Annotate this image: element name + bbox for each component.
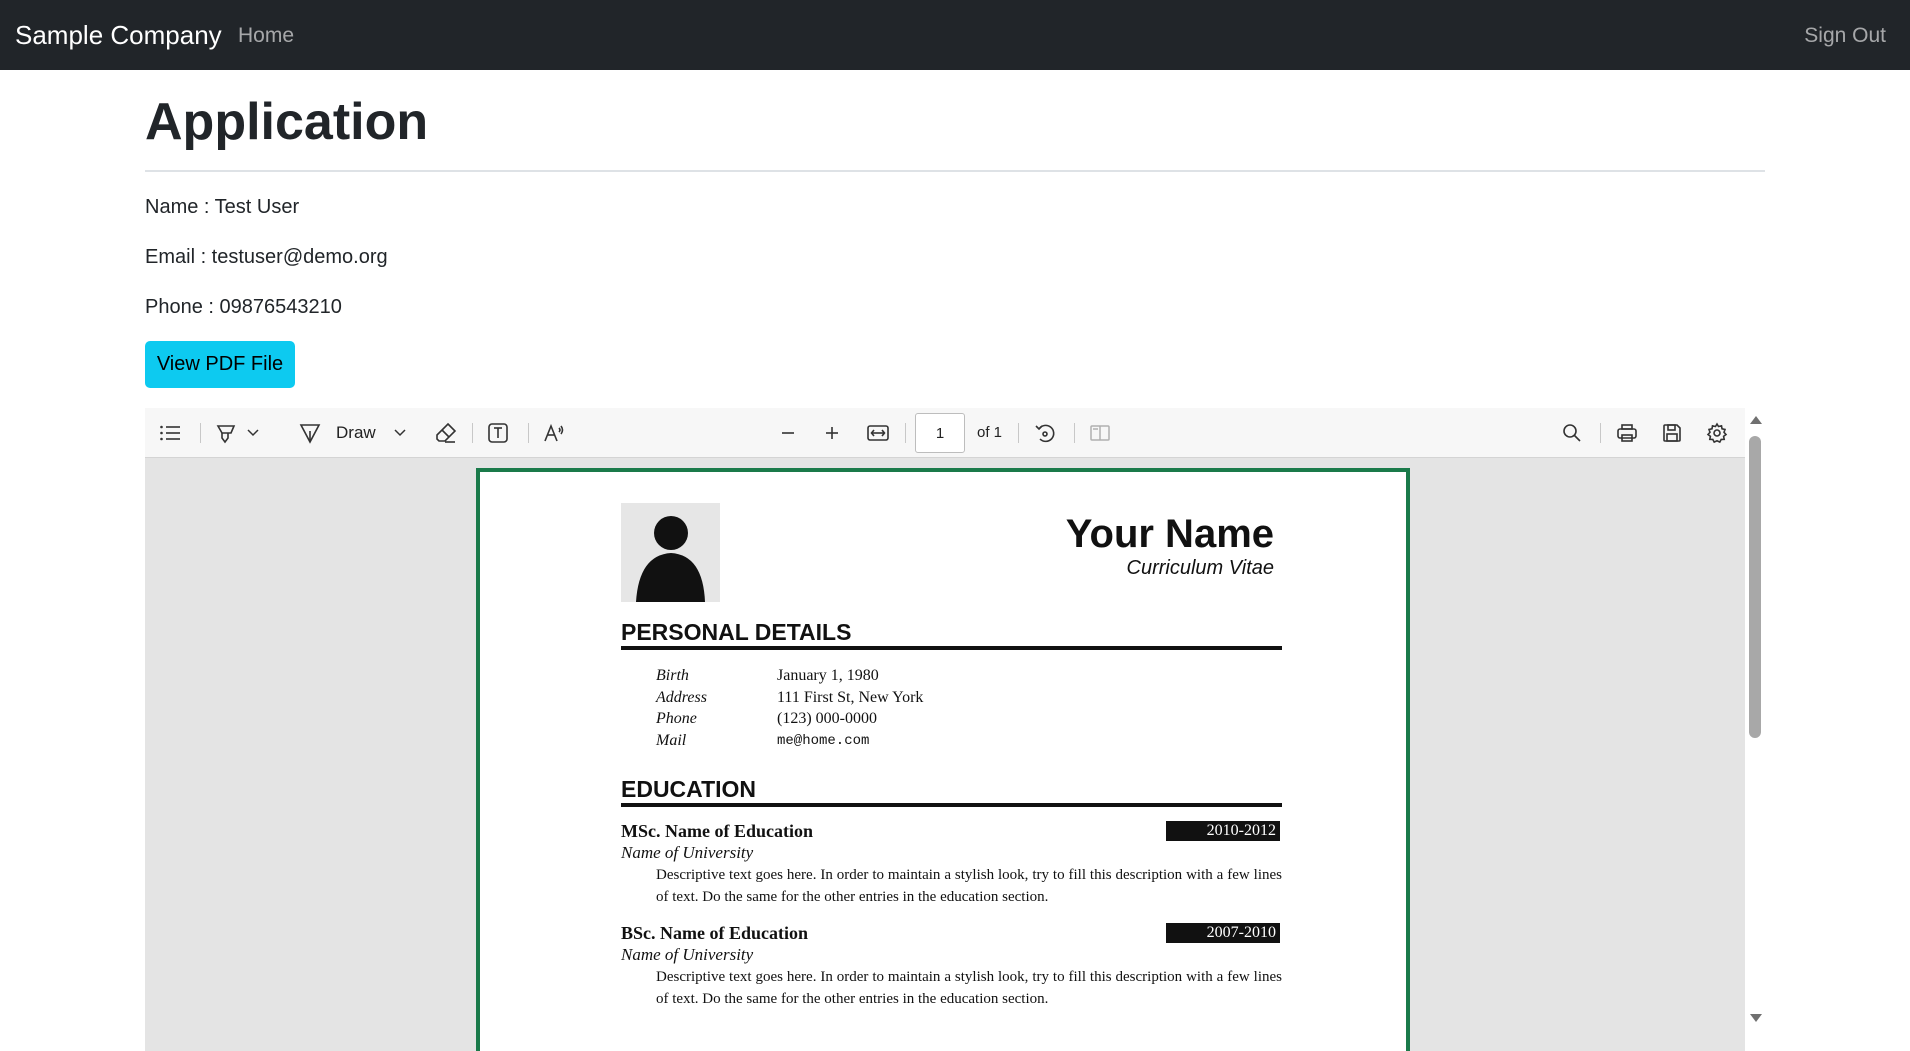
toolbar-separator bbox=[1074, 423, 1075, 443]
read-aloud-icon[interactable] bbox=[541, 418, 567, 448]
education-description: Descriptive text goes here. In order to … bbox=[656, 969, 1282, 1007]
section-rule bbox=[621, 646, 1282, 650]
education-degree: MSc. Name of Education bbox=[621, 821, 813, 841]
profile-photo-placeholder bbox=[621, 503, 720, 602]
personal-details-heading: PERSONAL DETAILS bbox=[621, 619, 852, 645]
chevron-down-icon[interactable] bbox=[392, 418, 408, 448]
education-university: Name of University bbox=[621, 945, 754, 964]
personal-value: me@home.com bbox=[777, 733, 870, 749]
fit-width-icon[interactable] bbox=[865, 418, 891, 448]
draw-label[interactable]: Draw bbox=[336, 423, 376, 443]
draw-pen-icon[interactable] bbox=[297, 418, 323, 448]
scrollbar-thumb[interactable] bbox=[1749, 436, 1761, 738]
print-icon[interactable] bbox=[1613, 418, 1641, 448]
scroll-down-arrow-icon[interactable] bbox=[1750, 1014, 1762, 1022]
education-heading: EDUCATION bbox=[621, 776, 757, 802]
zoom-in-icon[interactable] bbox=[819, 418, 845, 448]
toolbar-separator bbox=[1600, 423, 1601, 443]
applicant-phone: Phone : 09876543210 bbox=[145, 296, 342, 318]
pdf-viewer: Draw of 1 bbox=[145, 408, 1765, 1051]
toolbar-separator bbox=[905, 423, 906, 443]
personal-label: Birth bbox=[656, 667, 689, 684]
nav-home-link[interactable]: Home bbox=[238, 22, 294, 50]
education-dates: 2010-2012 bbox=[1166, 821, 1280, 841]
education-dates: 2007-2010 bbox=[1166, 923, 1280, 943]
view-pdf-button[interactable]: View PDF File bbox=[145, 341, 295, 388]
toolbar-separator bbox=[528, 423, 529, 443]
pdf-toolbar: Draw of 1 bbox=[145, 408, 1745, 458]
page-number-input[interactable] bbox=[915, 413, 965, 453]
brand-link[interactable]: Sample Company bbox=[15, 18, 222, 52]
education-description: Descriptive text goes here. In order to … bbox=[656, 867, 1282, 905]
search-icon[interactable] bbox=[1559, 418, 1585, 448]
personal-label: Address bbox=[656, 689, 707, 706]
list-icon[interactable] bbox=[157, 418, 183, 448]
page-view-icon[interactable] bbox=[1087, 418, 1113, 448]
scroll-up-arrow-icon[interactable] bbox=[1750, 416, 1762, 424]
top-navbar: Sample Company Home Sign Out bbox=[0, 0, 1910, 70]
toolbar-separator bbox=[1018, 423, 1019, 443]
pdf-page: Your Name Curriculum Vitae PERSONAL DETA… bbox=[476, 468, 1410, 1051]
toolbar-separator bbox=[472, 423, 473, 443]
viewer-scrollbar[interactable] bbox=[1745, 408, 1765, 1051]
cv-subtitle: Curriculum Vitae bbox=[1126, 557, 1274, 579]
education-degree: BSc. Name of Education bbox=[621, 923, 809, 943]
personal-value: January 1, 1980 bbox=[777, 667, 879, 684]
page-title: Application bbox=[145, 93, 429, 151]
personal-value: (123) 000-0000 bbox=[777, 710, 877, 727]
page-count-label: of 1 bbox=[977, 424, 1003, 441]
personal-label: Mail bbox=[656, 732, 687, 749]
section-rule bbox=[621, 803, 1282, 807]
education-university: Name of University bbox=[621, 843, 754, 862]
rotate-icon[interactable] bbox=[1032, 418, 1058, 448]
chevron-down-icon[interactable] bbox=[245, 418, 261, 448]
text-box-icon[interactable] bbox=[485, 418, 511, 448]
settings-gear-icon[interactable] bbox=[1704, 418, 1730, 448]
applicant-name: Name : Test User bbox=[145, 196, 300, 218]
highlight-icon[interactable] bbox=[213, 418, 239, 448]
save-icon[interactable] bbox=[1659, 418, 1685, 448]
eraser-icon[interactable] bbox=[433, 418, 459, 448]
zoom-out-icon[interactable] bbox=[775, 418, 801, 448]
title-divider bbox=[145, 170, 1765, 172]
sign-out-link[interactable]: Sign Out bbox=[1804, 22, 1886, 50]
personal-value: 111 First St, New York bbox=[777, 689, 924, 706]
personal-label: Phone bbox=[656, 710, 697, 727]
applicant-email: Email : testuser@demo.org bbox=[145, 246, 388, 268]
toolbar-separator bbox=[200, 423, 201, 443]
cv-name: Your Name bbox=[1065, 512, 1274, 556]
